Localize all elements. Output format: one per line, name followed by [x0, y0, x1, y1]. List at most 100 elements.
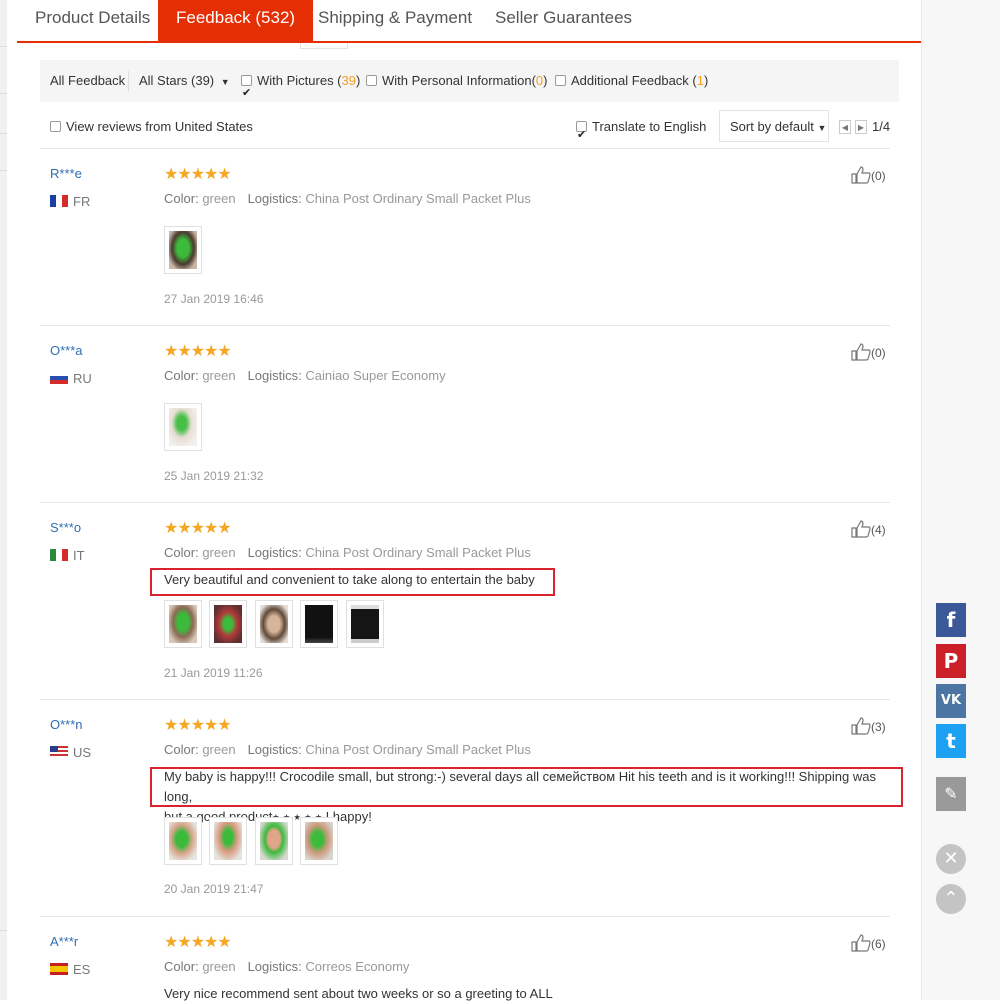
filter-all-feedback[interactable]: All Feedback [50, 60, 125, 102]
additional-label: Additional Feedback ( [571, 73, 697, 88]
color-label: Color: [164, 959, 199, 974]
review-date: 27 Jan 2019 16:46 [164, 292, 264, 306]
reviewer-name[interactable]: R***e [50, 166, 82, 181]
thumbs-up-icon [851, 717, 871, 735]
tab-shipping-payment[interactable]: Shipping & Payment [300, 0, 490, 41]
filter-bar: All Feedback All Stars (39) ▼ With Pictu… [40, 60, 899, 114]
review-photo[interactable] [254, 600, 293, 648]
review-photo[interactable] [300, 600, 339, 648]
review-comment: Very nice recommend sent about two weeks… [164, 986, 553, 1001]
helpful-count: (0) [871, 169, 886, 183]
country-code: ES [73, 962, 91, 977]
logistics-value: Cainiao Super Economy [305, 368, 446, 383]
review-photo[interactable] [164, 817, 202, 865]
translate-option[interactable]: Translate to English [576, 110, 707, 152]
helpful-count: (0) [871, 346, 886, 360]
reviewer-name[interactable]: O***n [50, 717, 83, 732]
logistics-value: China Post Ordinary Small Packet Plus [305, 191, 531, 206]
logistics-value: China Post Ordinary Small Packet Plus [305, 545, 531, 560]
tab-product-details[interactable]: Product Details [17, 0, 168, 41]
review-photo[interactable] [209, 817, 248, 865]
reviewer-country: ES [50, 962, 90, 978]
filter-with-pictures[interactable]: With Pictures (39) [241, 60, 360, 114]
pinterest-share-button[interactable]: P [936, 644, 966, 678]
color-label: Color: [164, 191, 199, 206]
color-value: green [202, 545, 236, 560]
twitter-share-button[interactable]: t [936, 724, 966, 758]
review-photos [164, 403, 205, 451]
close-button[interactable]: ✕ [936, 844, 966, 874]
thumbs-up-icon [851, 520, 871, 538]
star-rating: ★★★★★ [164, 932, 232, 951]
review-date: 25 Jan 2019 21:32 [164, 469, 264, 483]
vk-share-button[interactable]: VK [936, 684, 966, 718]
order-meta: Color: green Logistics: Correos Economy [164, 959, 409, 974]
filter-additional-feedback[interactable]: Additional Feedback (1) [555, 60, 708, 102]
options-row: View reviews from United States Translat… [50, 110, 890, 152]
helpful-button[interactable]: (6) [851, 934, 886, 952]
reviewer-country: RU [50, 371, 92, 387]
tab-underline [17, 41, 921, 43]
helpful-button[interactable]: (3) [851, 717, 886, 735]
review-photo[interactable] [164, 403, 202, 451]
helpful-count: (4) [871, 523, 886, 537]
reviewer-name[interactable]: A***r [50, 934, 78, 949]
italy-flag-icon [50, 549, 68, 561]
reviewer-country: FR [50, 194, 90, 210]
order-meta: Color: green Logistics: China Post Ordina… [164, 545, 531, 560]
reviewer-name[interactable]: S***o [50, 520, 81, 535]
chevron-down-icon: ▼ [817, 123, 827, 133]
filter-all-stars[interactable]: All Stars (39) ▼ [139, 60, 230, 102]
helpful-button[interactable]: (0) [851, 343, 886, 361]
review-photo[interactable] [164, 600, 202, 648]
edit-button[interactable]: ✎ [936, 777, 966, 811]
view-us-option[interactable]: View reviews from United States [50, 110, 253, 144]
reviewer-name[interactable]: O***a [50, 343, 83, 358]
review-photos [164, 600, 387, 648]
prev-page-button[interactable]: ◀ [839, 120, 851, 134]
back-to-top-button[interactable]: ⌃ [936, 884, 966, 914]
with-personal-checkbox[interactable] [366, 75, 377, 86]
view-us-checkbox[interactable] [50, 121, 61, 132]
sort-dropdown[interactable]: Sort by default ▼ [719, 110, 829, 142]
logistics-value: Correos Economy [305, 959, 410, 974]
france-flag-icon [50, 195, 68, 207]
divider [40, 325, 890, 326]
review-photo[interactable] [345, 600, 384, 648]
review-photo[interactable] [164, 226, 202, 274]
review-photo[interactable] [300, 817, 339, 865]
star-rating: ★★★★★ [164, 518, 232, 537]
translate-checkbox[interactable] [576, 118, 587, 152]
logistics-value: China Post Ordinary Small Packet Plus [305, 742, 531, 757]
divider [40, 916, 890, 917]
with-pictures-checkbox[interactable] [241, 72, 252, 114]
chevron-down-icon: ▼ [220, 77, 230, 87]
tab-feedback[interactable]: Feedback (532) [158, 0, 314, 41]
country-code: IT [73, 548, 85, 563]
reviewer-country: IT [50, 548, 85, 564]
reviewer-country: US [50, 745, 91, 761]
paren-close: ) [543, 73, 548, 88]
country-code: RU [73, 371, 92, 386]
review-date: 21 Jan 2019 11:26 [164, 666, 263, 680]
translate-label: Translate to English [592, 119, 707, 134]
tab-seller-guarantees[interactable]: Seller Guarantees [477, 0, 650, 41]
russia-flag-icon [50, 372, 68, 384]
helpful-button[interactable]: (4) [851, 520, 886, 538]
filter-with-personal-information[interactable]: With Personal Information(0) [366, 60, 547, 102]
additional-count: 1 [696, 73, 704, 88]
review-date: 20 Jan 2019 21:47 [164, 882, 264, 896]
review-photo[interactable] [254, 817, 293, 865]
filter-all-stars-label: All Stars (39) [139, 73, 215, 88]
next-page-button[interactable]: ▶ [855, 120, 867, 134]
sort-label: Sort by default [730, 119, 814, 134]
additional-checkbox[interactable] [555, 75, 566, 86]
color-label: Color: [164, 742, 199, 757]
divider [40, 502, 890, 503]
facebook-share-button[interactable]: f [936, 603, 966, 637]
thumbs-up-icon [851, 343, 871, 361]
helpful-button[interactable]: (0) [851, 166, 886, 184]
divider [40, 148, 890, 149]
star-rating: ★★★★★ [164, 164, 232, 183]
review-photo[interactable] [209, 600, 248, 648]
